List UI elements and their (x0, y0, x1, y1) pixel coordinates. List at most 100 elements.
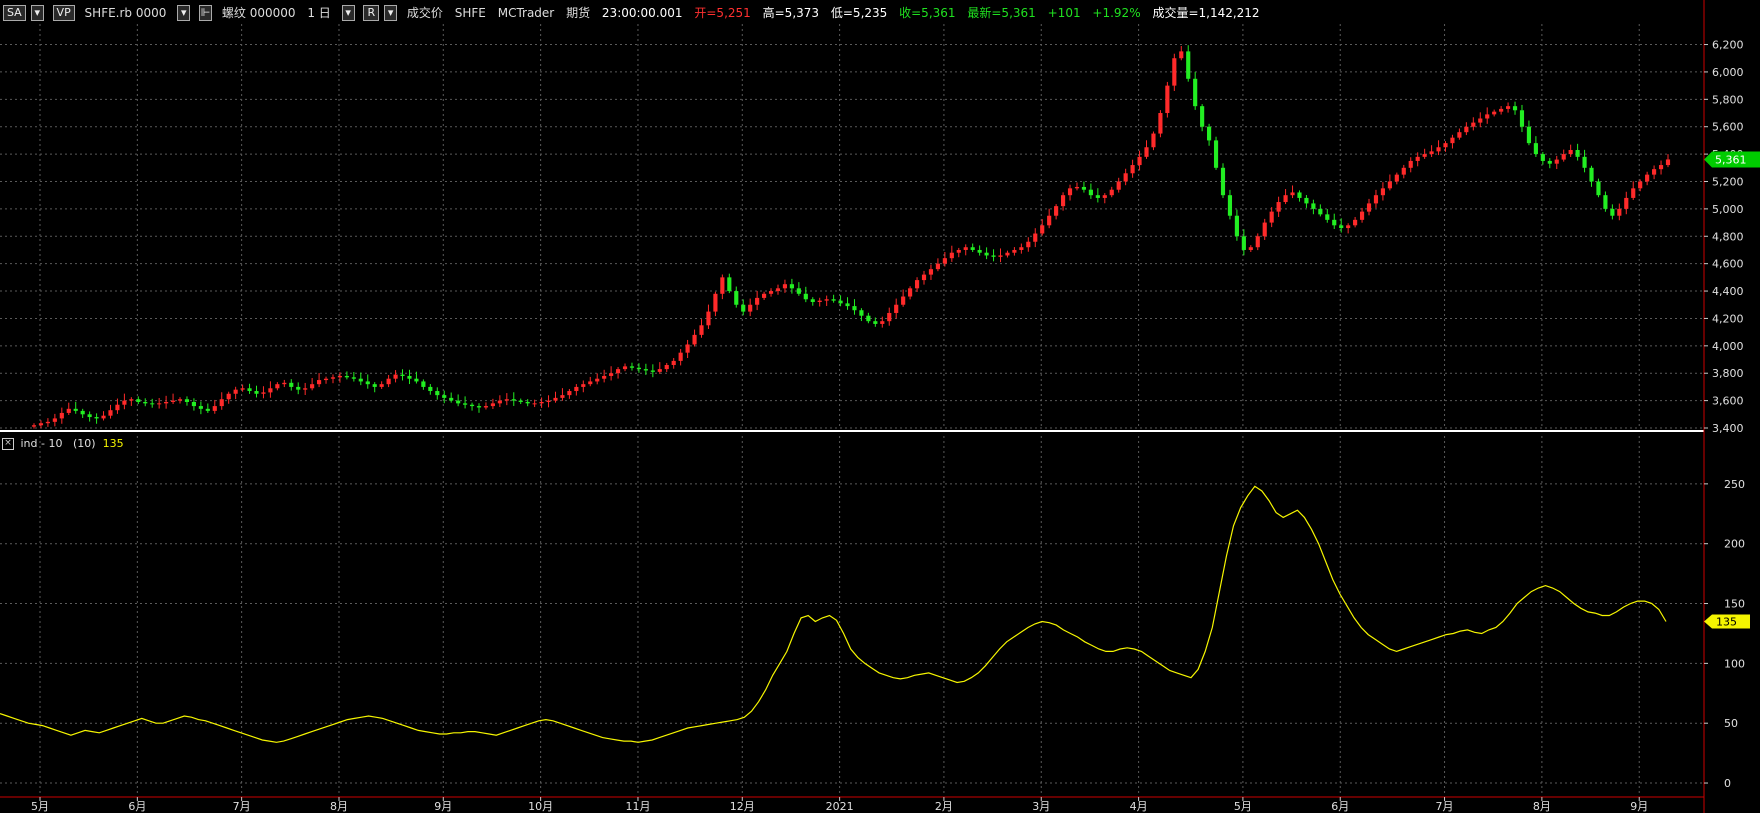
candle-body (1060, 195, 1066, 207)
candle-body (1610, 208, 1615, 216)
candle-body (205, 408, 210, 411)
candle-body (73, 408, 78, 411)
month-tick-label: 3月 (1032, 800, 1050, 813)
candle-body (692, 334, 697, 345)
candle-body (1179, 51, 1184, 59)
candle-body (414, 378, 419, 382)
candle-body (1450, 137, 1455, 144)
chart-canvas[interactable]: 3,400 3,600 3,800 4,000 4,200 4,400 4,600 4,800… (0, 0, 1760, 813)
candle-body (949, 252, 954, 259)
candle-body (212, 406, 217, 411)
candle-body (247, 388, 252, 392)
candle-body (567, 391, 572, 396)
candle-body (1408, 160, 1413, 168)
candle-body (602, 375, 607, 379)
price-tick-label: 6,200 (1712, 39, 1744, 52)
price-tick-label: 3,600 (1712, 395, 1744, 408)
candle-body (1026, 241, 1031, 248)
candle-body (52, 418, 57, 422)
candle-body (1387, 181, 1392, 189)
candle-body (991, 255, 996, 257)
month-tick-label: 11月 (625, 800, 650, 813)
candle-body (143, 401, 148, 404)
candle-body (1054, 206, 1059, 216)
candle-body (595, 378, 600, 382)
candle-body (177, 399, 183, 401)
candle-body (1137, 156, 1142, 166)
candle-body (317, 380, 322, 385)
candle-body (1200, 106, 1205, 127)
month-tick-label: 6月 (128, 800, 146, 813)
candle-body (845, 303, 850, 307)
candle-body (1353, 219, 1358, 226)
candle-body (164, 401, 169, 404)
candle-body (901, 296, 906, 305)
candle-body (1575, 149, 1580, 157)
candle-body (1561, 154, 1566, 160)
candle-body (157, 403, 162, 405)
candle-body (31, 425, 37, 427)
month-tick-label: 8月 (1533, 800, 1551, 813)
candle-body (810, 299, 815, 303)
candle-body (372, 384, 377, 387)
candle-body (198, 406, 203, 409)
candle-body (393, 374, 398, 379)
month-tick-label: 5月 (31, 800, 49, 813)
candle-body (935, 263, 940, 270)
candle-body (838, 300, 843, 304)
candle-body (734, 291, 739, 305)
candle-body (344, 375, 349, 378)
candle-body (671, 360, 676, 366)
month-tick-label: 7月 (233, 800, 251, 813)
candle-body (859, 310, 864, 316)
candle-body (914, 280, 920, 289)
candle-body (136, 399, 141, 402)
candle-body (970, 247, 975, 250)
candle-body (1366, 203, 1372, 212)
candle-body (456, 400, 461, 404)
candle-body (699, 325, 704, 335)
candle-body (1193, 78, 1198, 107)
candle-body (1401, 167, 1406, 175)
month-tick-label: 10月 (528, 800, 553, 813)
candle-body (122, 400, 127, 405)
candle-body (706, 311, 711, 326)
candle-body (873, 321, 878, 324)
candle-body (1325, 214, 1330, 220)
candle-body (469, 404, 475, 407)
candle-body (490, 403, 495, 407)
candle-body (1526, 126, 1532, 144)
indicator-line (0, 485, 1667, 743)
candle-body (1429, 151, 1434, 155)
candle-body (796, 288, 801, 294)
candle-body (358, 378, 363, 382)
candle-body (1290, 192, 1295, 196)
candle-body (887, 312, 892, 322)
candle-body (463, 403, 468, 405)
candle-body (115, 404, 120, 411)
candle-body (1227, 195, 1233, 216)
candle-body (1457, 132, 1462, 138)
candle-body (581, 384, 586, 387)
candle-body (560, 395, 565, 398)
candle-body (1276, 202, 1281, 212)
candle-body (956, 249, 961, 253)
candle-body (1123, 173, 1128, 182)
candle-body (87, 414, 92, 418)
candle-body (720, 277, 725, 294)
indicator-value-badge-text: 135 (1716, 615, 1737, 628)
candle-body (768, 291, 774, 294)
candle-body (1547, 160, 1552, 164)
candle-body (963, 247, 968, 250)
candle-body (803, 293, 808, 300)
candle-body (1533, 143, 1538, 155)
month-tick-label: 6月 (1331, 800, 1349, 813)
indicator-tick-label: 50 (1724, 717, 1738, 730)
month-tick-label: 2月 (935, 800, 953, 813)
month-tick-label: 9月 (1630, 800, 1648, 813)
candle-body (762, 293, 767, 298)
candle-body (615, 369, 621, 374)
candle-body (240, 388, 245, 390)
candle-body (998, 255, 1003, 257)
candle-body (191, 401, 197, 407)
